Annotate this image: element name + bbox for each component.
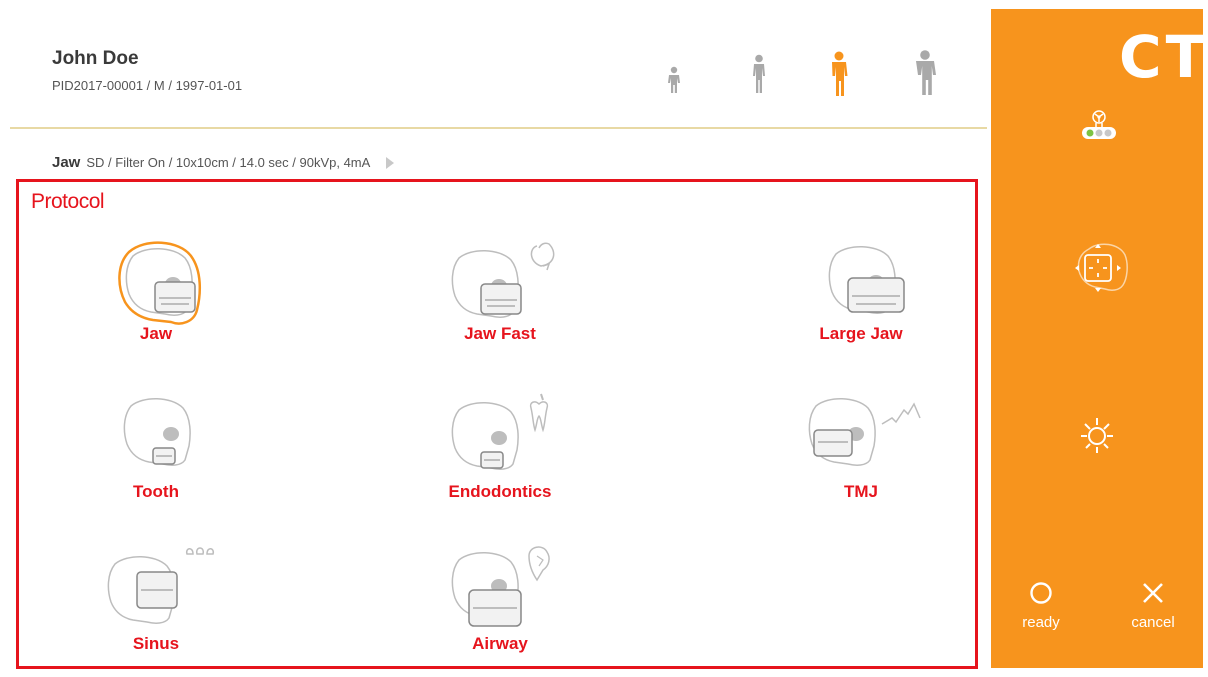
body-size-adult-selected[interactable] bbox=[829, 51, 849, 102]
body-size-child-small[interactable] bbox=[667, 66, 681, 99]
protocol-item-sinus[interactable]: Sinus bbox=[46, 544, 266, 674]
protocol-item-jaw-fast[interactable]: Jaw Fast bbox=[390, 238, 610, 368]
body-size-child[interactable] bbox=[752, 54, 766, 99]
patient-name: John Doe bbox=[52, 48, 139, 69]
protocol-item-tmj[interactable]: TMJ bbox=[751, 390, 971, 520]
skull-tooth-icon bbox=[123, 398, 191, 466]
protocol-heading: Protocol bbox=[31, 190, 105, 213]
skull-jaw-icon bbox=[118, 241, 202, 325]
close-icon bbox=[1143, 583, 1163, 603]
ct-title: CT bbox=[1119, 23, 1208, 91]
protocol-item-large-jaw[interactable]: Large Jaw bbox=[751, 238, 971, 368]
person-large-icon bbox=[916, 50, 936, 95]
skull-airway-icon bbox=[451, 546, 550, 627]
body-size-adult-large[interactable] bbox=[913, 50, 937, 101]
protocol-label: Endodontics bbox=[448, 482, 552, 501]
skull-sinus-icon bbox=[107, 547, 215, 624]
circle-icon bbox=[1030, 582, 1052, 604]
ready-button[interactable]: ready bbox=[1001, 581, 1081, 631]
ct-sidebar: CT ready cancel bbox=[991, 9, 1205, 668]
cancel-label: cancel bbox=[1131, 614, 1175, 631]
play-icon[interactable] bbox=[386, 156, 395, 169]
summary-details: SD / Filter On / 10x10cm / 14.0 sec / 90… bbox=[86, 155, 371, 170]
person-small-icon bbox=[668, 66, 680, 93]
protocol-label: Large Jaw bbox=[819, 324, 903, 343]
protocol-label: Airway bbox=[472, 634, 528, 653]
skull-jaw-fast-icon bbox=[451, 242, 555, 318]
xray-status-icon bbox=[1079, 109, 1119, 148]
ready-label: ready bbox=[1022, 614, 1060, 631]
protocol-panel: Protocol Jaw Jaw Fast Large Jaw Tooth En… bbox=[16, 179, 978, 669]
protocol-item-endodontics[interactable]: Endodontics bbox=[390, 390, 610, 520]
skull-large-jaw-icon bbox=[828, 246, 905, 314]
patient-meta: PID2017-00001 / M / 1997-01-01 bbox=[52, 78, 243, 93]
header-divider bbox=[10, 127, 987, 129]
skull-tmj-icon bbox=[808, 398, 921, 466]
protocol-label: Sinus bbox=[132, 634, 180, 653]
person-adult-icon bbox=[832, 51, 848, 96]
protocol-label: Jaw Fast bbox=[464, 324, 536, 343]
protocol-label: TMJ bbox=[844, 482, 878, 501]
protocol-label: Tooth bbox=[133, 482, 179, 501]
protocol-summary: Jaw SD / Filter On / 10x10cm / 14.0 sec … bbox=[52, 154, 395, 171]
protocol-item-airway[interactable]: Airway bbox=[390, 544, 610, 674]
cancel-button[interactable]: cancel bbox=[1113, 581, 1193, 631]
skull-endodontics-icon bbox=[451, 393, 549, 470]
protocol-item-jaw[interactable]: Jaw bbox=[46, 238, 266, 368]
positioning-icon[interactable] bbox=[1071, 239, 1131, 300]
summary-protocol-name: Jaw bbox=[52, 154, 81, 171]
light-icon[interactable] bbox=[1077, 414, 1117, 459]
protocol-label: Jaw bbox=[139, 324, 173, 343]
protocol-item-tooth[interactable]: Tooth bbox=[46, 390, 266, 520]
person-medium-icon bbox=[753, 54, 765, 93]
